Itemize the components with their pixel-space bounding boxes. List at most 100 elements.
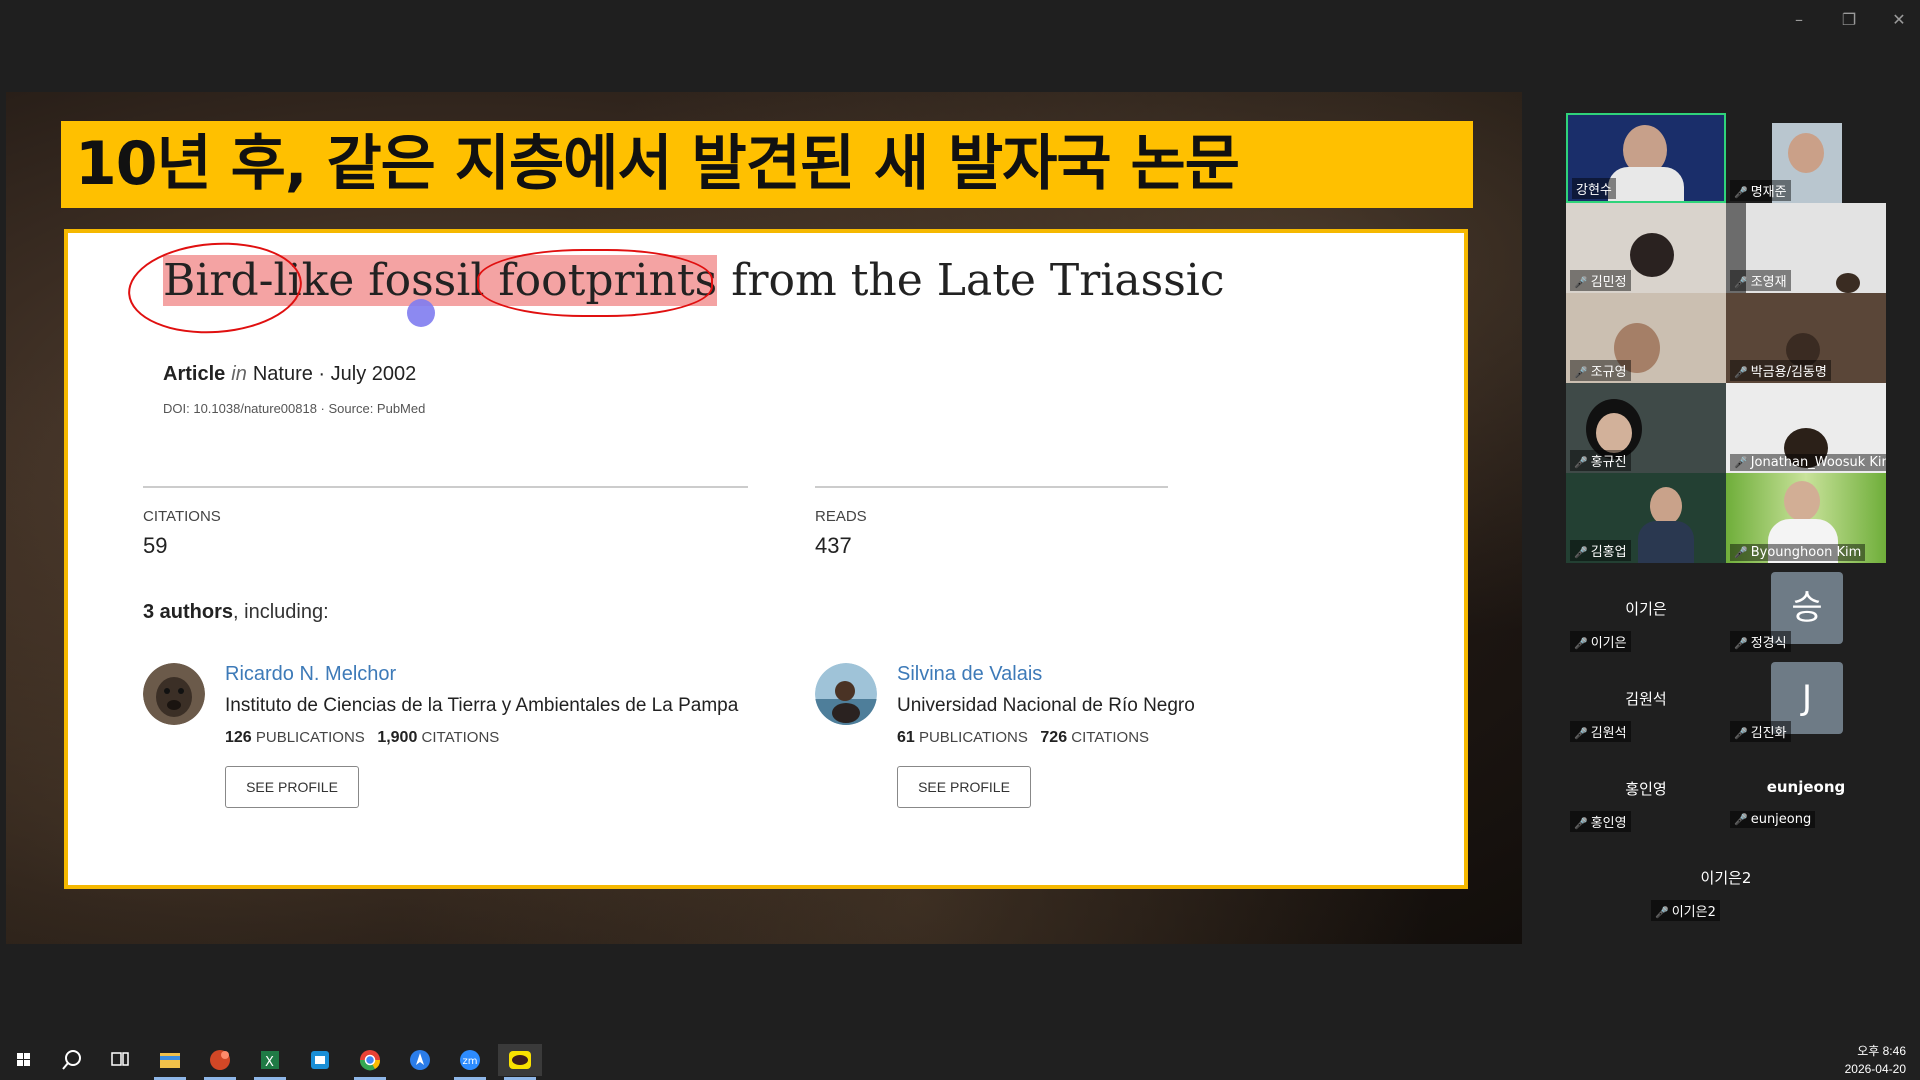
participant-label[interactable]: 🎤 김원석 [1570, 721, 1631, 742]
file-explorer-icon[interactable] [148, 1044, 192, 1080]
participant-label[interactable]: 🎤 이기은2 [1651, 900, 1720, 921]
author-institution: Instituto de Ciencias de la Tierra y Amb… [225, 695, 739, 716]
meta-in: in [231, 363, 247, 385]
close-button[interactable]: ✕ [1888, 10, 1910, 29]
see-profile-button[interactable]: SEE PROFILE [225, 766, 359, 808]
pubs-label: PUBLICATIONS [255, 729, 365, 746]
participant-label[interactable]: 🎤 eunjeong [1730, 811, 1816, 828]
participant-name-row: 🎤 김민정 [1570, 270, 1631, 291]
mic-muted-icon: 🎤 [1574, 727, 1588, 740]
participant-tile[interactable]: 🎤 김홍업 [1566, 473, 1726, 563]
participant-name: 조규영 [1590, 365, 1627, 380]
participant-tile[interactable]: 강현수 [1566, 113, 1726, 203]
participant-name: 홍규진 [1590, 455, 1627, 470]
citations-value: 59 [143, 533, 168, 558]
zoom-icon[interactable]: zm [448, 1044, 492, 1080]
chrome-icon[interactable] [348, 1044, 392, 1080]
participant-label[interactable]: 🎤 김진화 [1730, 721, 1791, 742]
participant-name-row: 🎤 조영재 [1730, 270, 1791, 291]
participant-tile[interactable]: 🎤 Byounghoon Kim [1726, 473, 1886, 563]
mic-muted-icon: 🎤 [1574, 637, 1588, 650]
mic-muted-icon: 🎤 [1734, 366, 1748, 379]
participant-tile[interactable]: 🎤 김민정 [1566, 203, 1726, 293]
participant-label[interactable]: 🎤 홍인영 [1570, 811, 1631, 832]
article-meta: Article in Nature · July 2002 [163, 363, 416, 386]
avatar[interactable] [815, 663, 877, 725]
author-institution: Universidad Nacional de Río Negro [897, 695, 1195, 716]
participant-name: 이기은 [1590, 636, 1627, 651]
mic-muted-icon: 🎤 [1574, 366, 1588, 379]
participant-name: 강현수 [1572, 178, 1616, 199]
author-name-link[interactable]: Silvina de Valais [897, 663, 1042, 686]
mic-muted-icon: 🎤 [1734, 813, 1748, 826]
participant-name: 김민정 [1590, 275, 1627, 290]
ink-circle-annotation [125, 237, 305, 339]
participant-tile[interactable]: 🎤 박금용/김동명 [1726, 293, 1886, 383]
reads-label: READS [815, 508, 867, 525]
see-profile-button[interactable]: SEE PROFILE [897, 766, 1031, 808]
restore-button[interactable]: ❐ [1838, 10, 1860, 29]
author-stats: 61 PUBLICATIONS 726 CITATIONS [897, 729, 1149, 747]
participant-name: 홍인영 [1590, 816, 1627, 831]
shared-screen: 10년 후, 같은 지층에서 발견된 새 발자국 논문 Bird-like fo… [6, 92, 1522, 944]
participant-tile[interactable]: 🎤 홍규진 [1566, 383, 1726, 473]
clock-time: 오후 8:46 [1857, 1044, 1906, 1058]
participant-name: 명재준 [1750, 185, 1787, 200]
participant-display-name: 이기은 [1625, 600, 1667, 618]
ink-circle-annotation [477, 249, 713, 317]
search-icon[interactable] [50, 1044, 94, 1076]
title-rest: from the Late Triassic [717, 255, 1225, 306]
navigation-app-icon[interactable] [398, 1044, 442, 1076]
pubs-label: PUBLICATIONS [918, 729, 1028, 746]
mic-muted-icon: 🎤 [1574, 276, 1588, 289]
cites-count: 726 [1040, 729, 1068, 746]
kakaotalk-icon[interactable] [498, 1044, 542, 1080]
mic-muted-icon: 🎤 [1734, 186, 1748, 199]
svg-text:X: X [265, 1055, 274, 1070]
mic-muted-icon: 🎤 [1734, 276, 1748, 289]
participant-name: 김홍업 [1590, 545, 1627, 560]
participant-name: 조영재 [1750, 275, 1787, 290]
system-clock[interactable]: 오후 8:46 2026-04-20 [1845, 1042, 1906, 1078]
app-icon[interactable] [298, 1044, 342, 1076]
cites-count: 1,900 [377, 729, 418, 746]
citations-label: CITATIONS [143, 508, 221, 525]
author-name-link[interactable]: Ricardo N. Melchor [225, 663, 396, 686]
powerpoint-icon[interactable] [198, 1044, 242, 1080]
participant-display-name: 이기은2 [1700, 869, 1752, 887]
cites-label: CITATIONS [421, 729, 500, 746]
task-view-icon[interactable] [98, 1044, 142, 1076]
participant-name: 정경식 [1750, 636, 1787, 651]
participant-name-row: 🎤 Jonathan_Woosuk Kim [1730, 454, 1886, 471]
windows-taskbar: X zm 오후 8:46 2026-04-20 [0, 1040, 1920, 1080]
paper-card: Bird-like fossil footprints from the Lat… [64, 229, 1468, 889]
author-stats: 126 PUBLICATIONS 1,900 CITATIONS [225, 729, 499, 747]
participant-name-row: 🎤 Byounghoon Kim [1730, 544, 1866, 561]
participant-name-row: 🎤 홍규진 [1570, 450, 1631, 471]
mic-muted-icon: 🎤 [1574, 456, 1588, 469]
avatar[interactable] [143, 663, 205, 725]
participant-name: Jonathan_Woosuk Kim [1750, 455, 1886, 470]
journal: Nature · July 2002 [252, 363, 417, 385]
participant-name-row: 🎤 박금용/김동명 [1730, 360, 1831, 381]
participant-label[interactable]: 🎤 정경식 [1730, 631, 1791, 652]
participant-name: 김원석 [1590, 726, 1627, 741]
svg-text:zm: zm [463, 1056, 478, 1067]
participant-tile[interactable]: 🎤 조규영 [1566, 293, 1726, 383]
mic-muted-icon: 🎤 [1734, 727, 1748, 740]
participant-tile[interactable]: 🎤 조영재 [1726, 203, 1886, 293]
participant-tile[interactable]: 🎤 명재준 [1726, 113, 1886, 203]
participant-tile[interactable]: 🎤 Jonathan_Woosuk Kim [1726, 383, 1886, 473]
pubs-count: 126 [225, 729, 252, 746]
minimize-button[interactable]: – [1788, 10, 1810, 29]
participant-name-row: 🎤 김홍업 [1570, 540, 1631, 561]
excel-icon[interactable]: X [248, 1044, 292, 1080]
participant-label[interactable]: 🎤 이기은 [1570, 631, 1631, 652]
pubs-count: 61 [897, 729, 915, 746]
authors-suffix: , including: [233, 601, 329, 623]
mic-muted-icon: 🎤 [1734, 456, 1748, 469]
reads-value: 437 [815, 533, 852, 558]
participant-name: eunjeong [1750, 812, 1812, 827]
article-type: Article [163, 363, 226, 385]
windows-start-icon[interactable] [2, 1044, 46, 1076]
